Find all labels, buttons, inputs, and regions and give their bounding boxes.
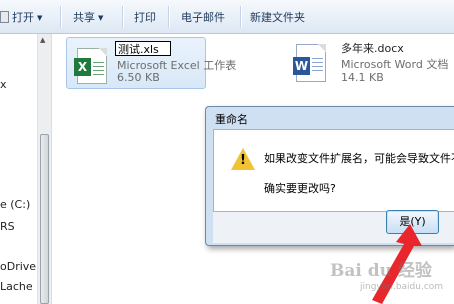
doc-lines [312,55,323,73]
toolbar-separator [122,6,124,28]
toolbar-separator [168,6,170,28]
file-type: Microsoft Word 文档 [341,58,449,71]
dialog-question: 确实要更改吗? [264,182,336,195]
share-button[interactable]: 共享 ▼ [73,9,103,27]
dialog-body: ! 如果改变文件扩展名，可能会导致文件不可 确实要更改吗? [213,129,454,212]
command-bar: 打开 ▼ 共享 ▼ 打印 电子邮件 新建文件夹 [0,0,454,34]
toolbar-separator [60,6,62,28]
file-name[interactable]: 多年来.docx [341,40,404,56]
warning-mark: ! [240,153,246,168]
page-fold [318,44,326,52]
print-button[interactable]: 打印 [134,9,156,27]
email-button[interactable]: 电子邮件 [181,9,225,27]
nav-item[interactable]: RS [0,220,15,233]
watermark-url: jingyan.baidu.com [360,282,444,292]
page-fold [99,48,107,56]
chevron-down-icon: ▼ [98,14,104,22]
toolbar-separator [240,6,242,28]
dialog-title: 重命名 [215,113,248,126]
excel-file-icon: X [74,48,107,84]
share-label: 共享 [73,11,95,24]
rename-input[interactable]: 测试.xls [115,41,171,56]
nav-item[interactable]: oDriver [0,260,41,273]
open-folder-icon [0,11,9,23]
scroll-up-icon[interactable]: ▲ [40,36,45,44]
excel-logo-icon: X [74,58,91,76]
chevron-down-icon: ▼ [37,14,43,22]
scrollbar-thumb[interactable] [40,134,49,304]
nav-item[interactable]: x [0,78,7,91]
open-label: 打开 [12,11,34,24]
nav-item[interactable]: Lache [0,280,33,293]
word-file-icon[interactable]: W [293,44,326,82]
new-folder-button[interactable]: 新建文件夹 [250,9,305,27]
nav-item-drive-c[interactable]: e (C:) [0,198,30,211]
file-item-excel[interactable]: X 测试.xls Microsoft Excel 工作表 6.50 KB [66,37,236,89]
dialog-message: 如果改变文件扩展名，可能会导致文件不可 [264,152,454,165]
sheet-grid [93,59,104,75]
watermark: Bai du 经验 [330,261,432,281]
file-size: 6.50 KB [117,71,160,84]
nav-scrollbar[interactable]: ▲ [37,34,51,304]
word-logo-icon: W [293,57,310,75]
open-button[interactable]: 打开 ▼ [12,9,42,27]
file-size: 14.1 KB [341,71,384,84]
